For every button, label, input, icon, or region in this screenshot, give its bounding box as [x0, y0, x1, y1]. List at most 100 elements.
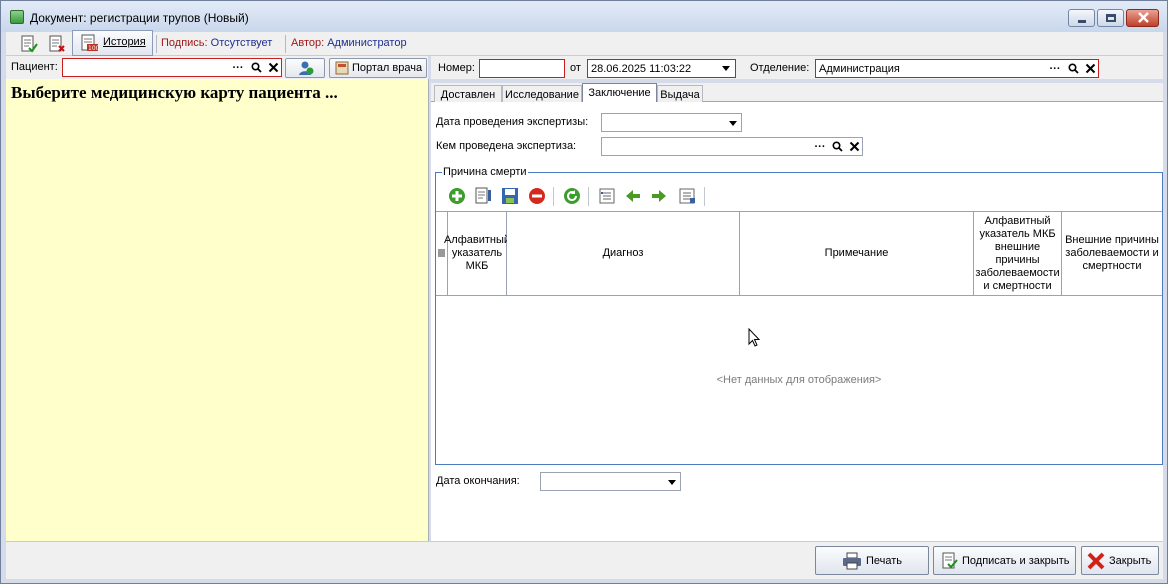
toolbar-separator: [285, 35, 286, 53]
doctor-portal-button[interactable]: Портал врача: [329, 58, 427, 78]
date-field[interactable]: 28.06.2025 11:03:22: [587, 59, 736, 78]
select-card-message: Выберите медицинскую карту пациента ...: [11, 83, 338, 102]
ellipsis-icon[interactable]: ···: [1046, 60, 1064, 77]
minimize-button[interactable]: [1068, 9, 1095, 27]
date-value: 28.06.2025 11:03:22: [591, 63, 692, 75]
sign-document-icon: [942, 552, 958, 569]
toolbar-separator: [588, 187, 589, 206]
tab-issuance[interactable]: Выдача: [657, 85, 703, 102]
document-toolbar: 100 История Подпись: Отсутствует Автор: …: [6, 30, 1163, 56]
window-close-button[interactable]: [1126, 9, 1159, 27]
end-date-label: Дата окончания:: [436, 475, 520, 487]
list-icon[interactable]: [598, 187, 616, 205]
portal-icon: [335, 61, 349, 75]
title-bar: Документ: регистрации трупов (Новый): [1, 1, 1167, 32]
minimize-icon: [1078, 20, 1086, 23]
list-settings-icon[interactable]: [678, 187, 696, 205]
number-label: Номер:: [438, 62, 475, 74]
end-date-field[interactable]: [540, 472, 681, 491]
clear-icon[interactable]: [845, 138, 863, 155]
signature-label: Подпись:: [161, 37, 208, 49]
patient-card-panel: Выберите медицинскую карту пациента ...: [6, 79, 429, 541]
window-title: Документ: регистрации трупов (Новый): [30, 11, 249, 25]
department-label: Отделение:: [750, 62, 810, 74]
user-icon: [299, 61, 314, 75]
doctor-portal-label: Портал врача: [352, 62, 423, 74]
printer-icon: [843, 552, 861, 570]
document-check-icon: [21, 35, 38, 53]
tab-conclusion[interactable]: Заключение: [582, 83, 657, 103]
column-header[interactable]: Внешние причины заболеваемости и смертно…: [1062, 212, 1162, 296]
column-header[interactable]: Диагноз: [507, 212, 740, 296]
close-button[interactable]: Закрыть: [1081, 546, 1159, 575]
toolbar-separator: [156, 35, 157, 53]
death-cause-grid: Алфавитный указатель МКБ Диагноз Примеча…: [436, 211, 1162, 464]
document-header-fields: Номер: от 28.06.2025 11:03:22 Отделение:…: [431, 56, 1163, 79]
refresh-icon[interactable]: [563, 187, 581, 205]
number-field[interactable]: [479, 59, 565, 78]
exam-by-field[interactable]: ···: [601, 137, 863, 156]
death-cause-caption: Причина смерти: [442, 166, 528, 178]
signature-value: Отсутствует: [210, 37, 273, 49]
close-icon: [1138, 12, 1149, 23]
print-button[interactable]: Печать: [815, 546, 929, 575]
tab-label: Доставлен: [440, 89, 496, 101]
document-delete-icon: [49, 35, 65, 52]
tab-label: Заключение: [588, 87, 651, 99]
author-info: Автор: Администратор: [291, 37, 407, 49]
toolbar-separator: [553, 187, 554, 206]
tab-strip: Доставлен Исследование Заключение Выдача: [431, 83, 1163, 103]
death-cause-group: Причина смерти Алфавитный указатель МКБ …: [435, 166, 1163, 465]
sign-close-button[interactable]: Подписать и закрыть: [933, 546, 1076, 575]
ellipsis-icon[interactable]: ···: [811, 138, 829, 155]
empty-grid-message: <Нет данных для отображения>: [716, 374, 882, 386]
clear-icon[interactable]: [1081, 60, 1099, 77]
column-header[interactable]: Примечание: [740, 212, 974, 296]
close-label: Закрыть: [1109, 555, 1152, 567]
patient-info-button[interactable]: [285, 58, 325, 78]
arrow-right-icon[interactable]: [650, 187, 668, 205]
print-label: Печать: [866, 555, 903, 567]
column-header[interactable]: Алфавитный указатель МКБ внешние причины…: [974, 212, 1062, 296]
chevron-down-icon[interactable]: [729, 121, 737, 126]
toolbar-separator: [704, 187, 705, 206]
document-window: Документ: регистрации трупов (Новый) 100…: [0, 0, 1168, 584]
mouse-cursor-icon: [748, 328, 761, 347]
exam-by-label: Кем проведена экспертиза:: [436, 140, 577, 152]
chevron-down-icon[interactable]: [722, 66, 730, 71]
ellipsis-icon[interactable]: ···: [229, 59, 247, 76]
edit-icon[interactable]: [474, 187, 492, 205]
svg-text:100: 100: [88, 45, 99, 52]
tab-delivered[interactable]: Доставлен: [434, 85, 502, 102]
history-icon: 100: [81, 34, 99, 52]
patient-label: Пациент:: [11, 61, 58, 73]
search-icon[interactable]: [1064, 60, 1082, 77]
patient-bar: Пациент: ··· Портал врача: [6, 56, 428, 79]
unsign-document-button[interactable]: [46, 33, 68, 55]
history-button[interactable]: 100 История: [72, 30, 153, 56]
tab-label: Исследование: [505, 89, 579, 101]
close-icon: [1087, 552, 1105, 570]
signature-status: Подпись: Отсутствует: [161, 37, 272, 49]
arrow-left-icon[interactable]: [624, 187, 642, 205]
sign-document-button[interactable]: [18, 33, 40, 55]
sign-close-label: Подписать и закрыть: [962, 555, 1070, 567]
patient-field[interactable]: ···: [62, 58, 282, 77]
exam-date-field[interactable]: [601, 113, 742, 132]
delete-icon[interactable]: [528, 187, 546, 205]
tab-research[interactable]: Исследование: [502, 85, 582, 102]
search-icon[interactable]: [828, 138, 846, 155]
death-cause-toolbar: [436, 183, 1162, 209]
department-field[interactable]: Администрация ···: [815, 59, 1099, 78]
clear-icon[interactable]: [264, 59, 282, 76]
maximize-button[interactable]: [1097, 9, 1124, 27]
history-label: История: [103, 36, 146, 48]
save-icon[interactable]: [501, 187, 519, 205]
add-icon[interactable]: [448, 187, 466, 205]
search-icon[interactable]: [247, 59, 265, 76]
department-value: Администрация: [819, 63, 900, 75]
column-header[interactable]: Алфавитный указатель МКБ: [444, 212, 510, 296]
author-label: Автор:: [291, 37, 325, 49]
chevron-down-icon[interactable]: [668, 480, 676, 485]
footer-bar: Печать Подписать и закрыть Закрыть: [6, 541, 1163, 579]
